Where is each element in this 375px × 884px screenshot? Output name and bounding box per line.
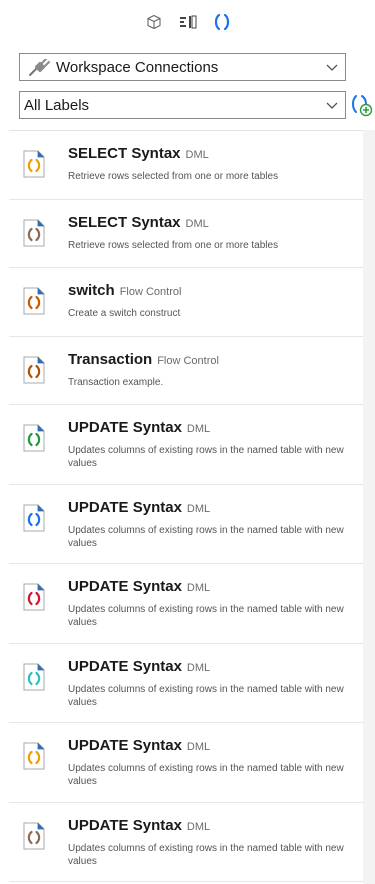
- snippet-file-icon: [23, 742, 45, 770]
- snippet-description: Updates columns of existing rows in the …: [68, 842, 344, 867]
- snippet-description: Create a switch construct: [68, 308, 181, 319]
- snippet-description: Updates columns of existing rows in the …: [68, 445, 344, 469]
- snippet-file-icon: [23, 663, 45, 690]
- layout-icon[interactable]: [178, 12, 198, 32]
- add-snippet-icon[interactable]: [349, 93, 373, 117]
- chevron-down-icon: [326, 64, 338, 71]
- snippet-description: Retrieve rows selected from one or more …: [68, 171, 279, 182]
- snippet-item[interactable]: SELECT Syntax DML Retrieve rows selected f…: [9, 200, 363, 268]
- snippet-title: UPDATE Syntax DML: [68, 816, 211, 834]
- snippet-item[interactable]: switch Flow Control Create a switch constr…: [9, 268, 363, 337]
- snippet-file-icon: [23, 219, 45, 246]
- snippet-file-icon: [23, 504, 45, 531]
- top-toolbar: [0, 10, 375, 34]
- snippet-file-icon: [23, 356, 45, 383]
- snippet-item[interactable]: UPDATE Syntax DML Updates columns of exist…: [9, 723, 363, 803]
- snippet-title: SELECT Syntax DML: [68, 213, 209, 231]
- snippet-description: Retrieve rows selected from one or more …: [68, 239, 279, 251]
- labels-select-value: All Labels: [24, 96, 90, 114]
- snippet-file-icon: [23, 583, 45, 611]
- snippet-file-icon: [23, 424, 45, 452]
- labels-select[interactable]: All Labels: [19, 91, 346, 119]
- snippet-category: DML: [186, 741, 211, 753]
- snippet-category: DML: [186, 820, 211, 833]
- cube-icon[interactable]: [144, 12, 164, 32]
- snippet-title: UPDATE Syntax DML: [68, 498, 211, 516]
- snippet-list[interactable]: SELECT Syntax DML Retrieve rows selected f…: [9, 130, 363, 884]
- connection-select-value: Workspace Connections: [56, 58, 219, 76]
- snippet-category: DML: [185, 217, 209, 230]
- scrollbar[interactable]: [363, 130, 375, 884]
- snippet-description: Updates columns of existing rows in the …: [68, 604, 344, 628]
- snippet-category: Flow Control: [157, 354, 219, 367]
- snippet-category: DML: [186, 582, 211, 594]
- snippet-file-icon: [23, 150, 45, 178]
- snippet-title: UPDATE Syntax DML: [68, 737, 211, 754]
- snippet-category: DML: [186, 423, 211, 435]
- snippet-title: UPDATE Syntax DML: [68, 578, 211, 595]
- snippet-title: SELECT Syntax DML: [68, 145, 209, 162]
- snippet-item[interactable]: UPDATE Syntax DML Updates columns of exist…: [9, 405, 363, 485]
- snippet-title: Transaction Flow Control: [68, 350, 219, 368]
- snippet-category: DML: [185, 149, 209, 161]
- snippet-title: switch Flow Control: [68, 282, 182, 299]
- snippet-description: Updates columns of existing rows in the …: [68, 763, 344, 787]
- snippet-item[interactable]: UPDATE Syntax DML Updates columns of exist…: [9, 803, 363, 882]
- snippet-item[interactable]: UPDATE Syntax DML Updates columns of exist…: [9, 644, 363, 723]
- plug-icon: [29, 59, 50, 76]
- snippet-description: Updates columns of existing rows in the …: [68, 683, 344, 708]
- snippet-title: UPDATE Syntax DML: [68, 657, 211, 675]
- snippet-item[interactable]: SELECT Syntax DML Retrieve rows selected f…: [9, 131, 363, 200]
- snippet-item[interactable]: UPDATE Syntax DML Updates columns of exist…: [9, 485, 363, 564]
- snippet-file-icon: [23, 287, 45, 315]
- snippet-description: Transaction example.: [68, 376, 164, 388]
- snippet-item[interactable]: Transaction Flow Control Transaction examp…: [9, 337, 363, 405]
- snippet-item[interactable]: UPDATE Syntax DML Updates columns of exist…: [9, 564, 363, 644]
- chevron-down-icon: [326, 102, 338, 109]
- snippet-title: UPDATE Syntax DML: [68, 419, 211, 436]
- connection-select[interactable]: Workspace Connections: [19, 53, 346, 81]
- snippet-category: Flow Control: [119, 286, 182, 298]
- snippet-category: DML: [186, 661, 211, 674]
- snippet-description: Updates columns of existing rows in the …: [68, 524, 344, 549]
- braces-icon[interactable]: [212, 12, 232, 32]
- snippet-category: DML: [186, 502, 211, 515]
- snippet-file-icon: [23, 822, 45, 849]
